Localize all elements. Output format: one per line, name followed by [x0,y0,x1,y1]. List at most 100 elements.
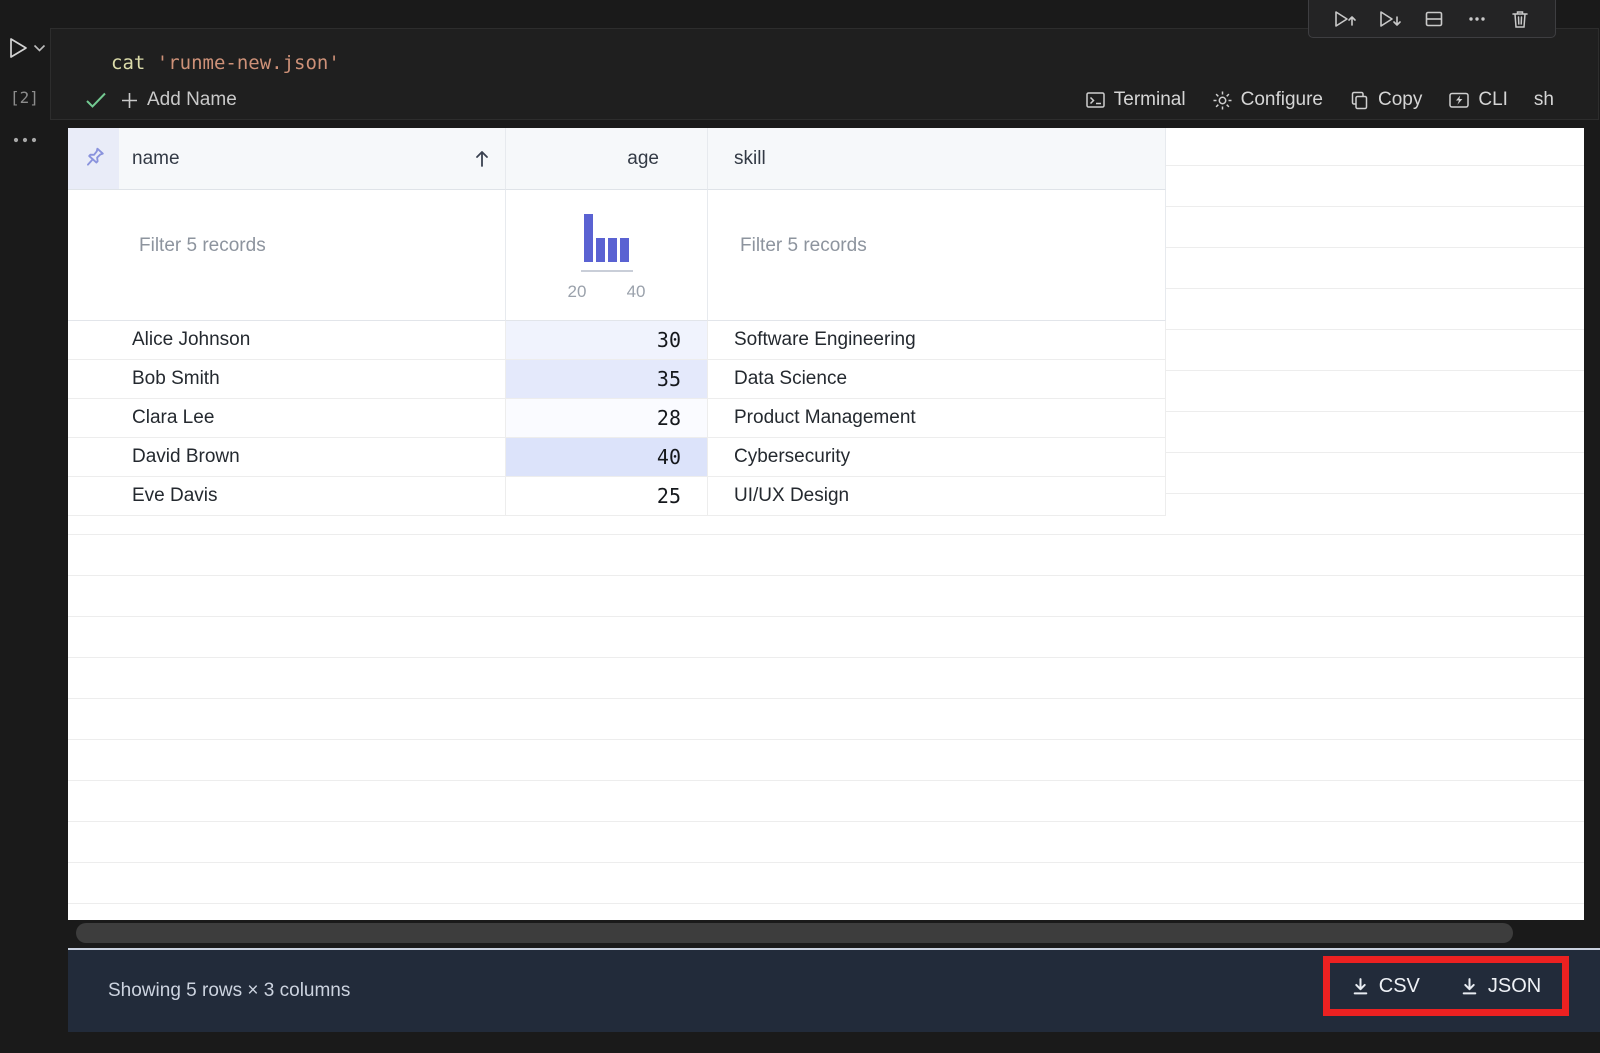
empty-grid-row [68,699,1584,740]
execution-count: [2] [10,88,39,107]
age-histogram-filter[interactable]: 20 40 [506,190,707,302]
sort-ascending-icon [476,150,488,167]
ellipsis-icon [1469,16,1485,21]
name-cell[interactable]: Clara Lee [119,399,505,438]
play-icon [10,38,27,58]
copy-button[interactable]: Copy [1349,89,1422,111]
copy-label: Copy [1377,89,1423,110]
histogram-tick-40: 40 [626,282,646,301]
plus-icon [122,92,137,108]
skill-cell[interactable]: Data Science [707,360,1166,399]
pin-icon [87,147,104,166]
histogram-bar [596,238,605,262]
age-cell[interactable]: 25 [505,477,707,516]
pin-column-header[interactable] [68,128,119,190]
add-name-label: Add Name [147,89,237,110]
table-row[interactable]: David Brown 40 Cybersecurity [68,438,1166,477]
empty-grid-row [68,781,1584,822]
ellipsis-icon [13,137,37,143]
code-cell[interactable]: cat 'runme-new.json' Add Name Terminal C… [50,28,1599,120]
cell-menu-button[interactable] [12,136,38,144]
name-cell[interactable]: Eve Davis [119,477,505,516]
skill-cell[interactable]: UI/UX Design [707,477,1166,516]
empty-grid-row [68,863,1584,904]
column-header-age[interactable]: age [505,128,707,190]
split-cell-button[interactable] [1423,8,1445,30]
age-histogram-bars [584,214,629,262]
row-column-summary: Showing 5 rows × 3 columns [108,980,351,1001]
filter-cell-skill [707,190,1166,321]
run-options-chevron[interactable] [33,44,46,53]
header-label-age: age [627,147,659,169]
table-output-panel: name age skill 20 40 [68,128,1584,920]
histogram-tick-20: 20 [567,282,587,301]
row-pin-spacer [68,399,119,438]
cli-button[interactable]: CLI [1448,89,1508,111]
cell-toolbar [1308,0,1556,38]
table-header-row: name age skill [68,128,1166,190]
terminal-icon [1086,92,1105,108]
configure-label: Configure [1240,89,1323,110]
skill-filter-input[interactable] [738,234,1154,258]
cell-status-row: Add Name Terminal Configure Copy CLI sh [85,85,1554,115]
age-cell[interactable]: 35 [505,360,707,399]
code-string: 'runme-new.json' [156,52,340,74]
more-actions-button[interactable] [1466,8,1488,30]
histogram-bar [584,214,593,262]
download-icon [1353,977,1368,994]
export-csv-button[interactable]: CSV [1351,975,1420,998]
play-icon [1380,10,1393,27]
table-row[interactable]: Eve Davis 25 UI/UX Design [68,477,1166,516]
execute-below-button[interactable] [1378,8,1402,30]
histogram-bar [608,238,617,262]
row-pin-spacer [68,477,119,516]
export-json-button[interactable]: JSON [1460,975,1541,998]
skill-cell[interactable]: Software Engineering [707,321,1166,360]
name-cell[interactable]: David Brown [119,438,505,477]
name-filter-input[interactable] [137,234,489,258]
table-row[interactable]: Clara Lee 28 Product Management [68,399,1166,438]
gear-icon [1213,91,1232,109]
export-csv-label: CSV [1378,974,1420,997]
skill-cell[interactable]: Product Management [707,399,1166,438]
table-row[interactable]: Bob Smith 35 Data Science [68,360,1166,399]
age-cell[interactable]: 28 [505,399,707,438]
configure-button[interactable]: Configure [1212,89,1323,111]
age-cell[interactable]: 30 [505,321,707,360]
success-check-icon [86,92,106,108]
empty-grid-row [68,658,1584,699]
table-filter-row: 20 40 [68,190,1166,321]
trash-icon [1512,10,1528,28]
table-body: Alice Johnson 30 Software Engineering Bob S… [68,321,1166,516]
column-header-skill[interactable]: skill [707,128,1166,190]
row-pin-spacer [68,321,119,360]
horizontal-scrollbar-thumb[interactable] [76,923,1513,943]
terminal-button[interactable]: Terminal [1085,89,1186,111]
execute-above-button[interactable] [1333,8,1357,30]
name-cell[interactable]: Bob Smith [119,360,505,399]
row-pin-spacer [68,438,119,477]
add-name-button[interactable]: Add Name [121,89,237,111]
download-icon [1462,977,1477,994]
data-table: name age skill 20 40 [68,128,1166,516]
filter-pin-spacer [68,190,119,321]
name-cell[interactable]: Alice Johnson [119,321,505,360]
terminal-label: Terminal [1113,89,1186,110]
skill-cell[interactable]: Cybersecurity [707,438,1166,477]
code-line[interactable]: cat 'runme-new.json' [111,51,340,75]
run-cell-button[interactable] [8,36,30,60]
table-row[interactable]: Alice Johnson 30 Software Engineering [68,321,1166,360]
cli-icon [1449,92,1470,108]
filter-cell-age: 20 40 [505,190,707,321]
arrow-down-icon [1393,15,1401,26]
empty-grid-row [68,904,1584,920]
empty-grid-row [68,617,1584,658]
annotation-highlight-box: CSV JSON [1323,956,1569,1016]
header-label-name: name [132,147,180,169]
delete-cell-button[interactable] [1509,8,1531,30]
age-cell[interactable]: 40 [505,438,707,477]
language-picker[interactable]: sh [1534,89,1554,111]
header-label-skill: skill [734,147,766,169]
histogram-baseline [580,270,633,272]
column-header-name[interactable]: name [119,128,505,190]
